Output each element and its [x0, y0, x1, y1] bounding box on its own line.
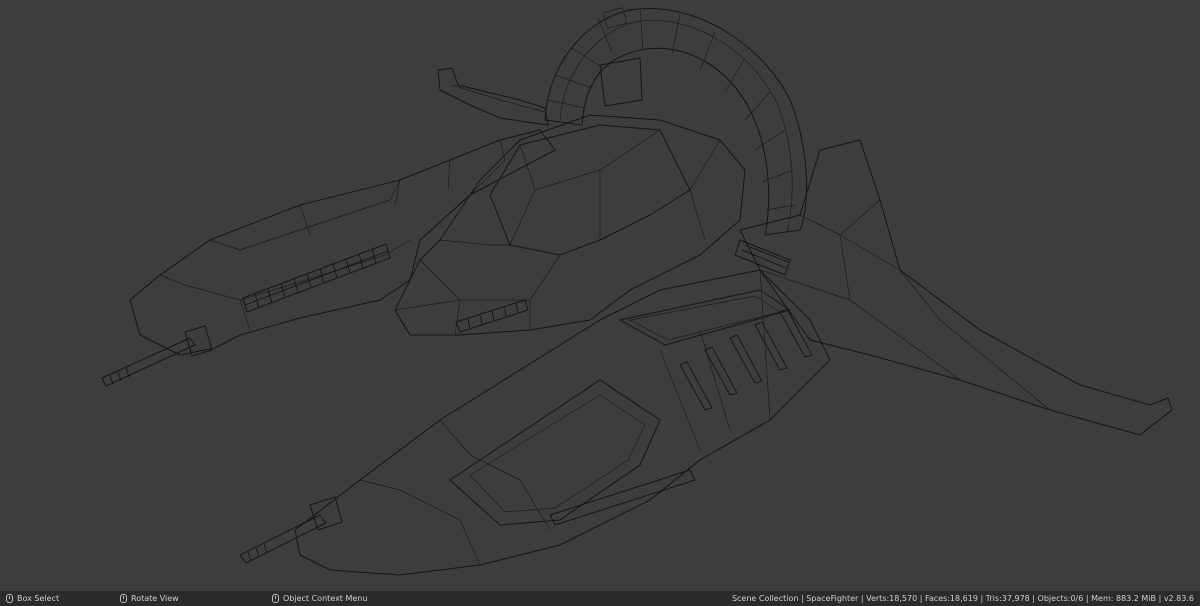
left-upper-fin: [437, 67, 549, 126]
mouse-middle-icon: [120, 594, 127, 603]
status-bar: Box Select Rotate View Object Context Me…: [0, 591, 1200, 606]
hint-label: Object Context Menu: [283, 594, 368, 603]
right-wing: [734, 139, 1173, 436]
top-ring: [544, 7, 808, 236]
hint-rotate-view: Rotate View: [120, 591, 179, 606]
scene-stats: Scene Collection | SpaceFighter | Verts:…: [731, 594, 1194, 603]
spacefighter-wireframe[interactable]: [0, 0, 1200, 591]
mouse-right-icon: [272, 594, 279, 603]
lower-hull: [239, 269, 831, 576]
hint-box-select: Box Select: [6, 591, 59, 606]
3d-viewport[interactable]: [0, 0, 1200, 591]
hint-label: Box Select: [17, 594, 60, 603]
hint-context-menu: Object Context Menu: [272, 591, 367, 606]
mouse-left-icon: [6, 594, 13, 603]
hint-label: Rotate View: [131, 594, 179, 603]
cockpit: [394, 114, 746, 336]
left-wing: [101, 129, 556, 387]
